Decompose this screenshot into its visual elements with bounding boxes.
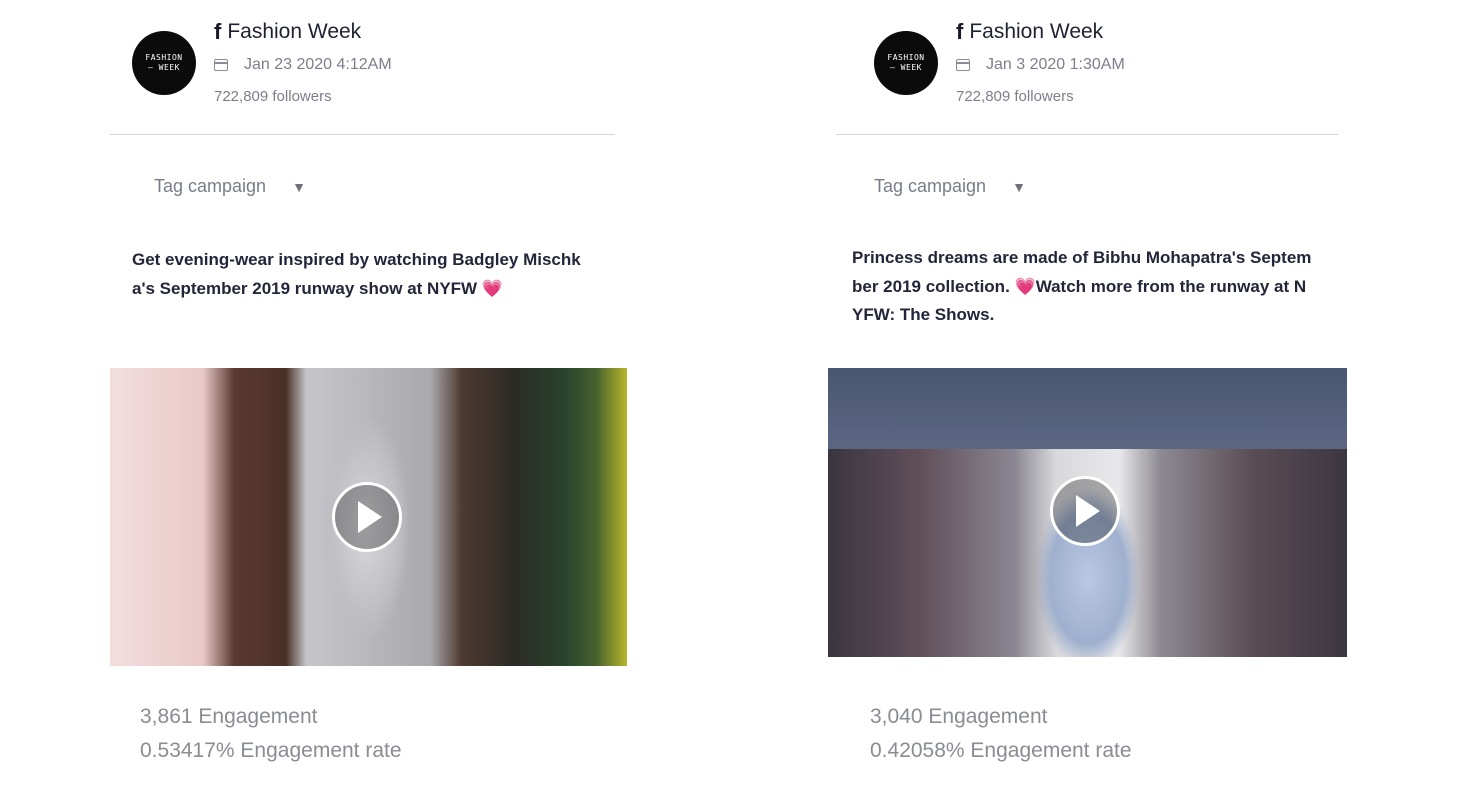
chevron-down-icon[interactable]: ▼ [292, 179, 306, 195]
post-stats: 3,040 Engagement 0.42058% Engagement rat… [870, 700, 1132, 768]
tag-campaign-label: Tag campaign [874, 176, 987, 196]
avatar-logo-line2: — WEEK [890, 63, 922, 72]
post-caption: Get evening-wear inspired by watching Ba… [132, 246, 602, 303]
caption-text: Get evening-wear inspired by watching Ba… [132, 250, 581, 298]
divider [110, 134, 615, 135]
post-caption: Princess dreams are made of Bibhu Mohapa… [852, 244, 1312, 330]
engagement-rate: 0.53417% Engagement rate [140, 739, 402, 762]
page-name-row: f Fashion Week [956, 18, 1103, 46]
calendar-icon [214, 59, 228, 71]
post-date-row: Jan 23 2020 4:12AM [214, 56, 392, 74]
post-date: Jan 23 2020 4:12AM [244, 56, 392, 73]
tag-campaign-label: Tag campaign [154, 176, 267, 196]
facebook-icon: f [214, 19, 222, 44]
post-card: FASHION — WEEK f Fashion Week Jan 3 2020… [828, 0, 1352, 800]
post-date: Jan 3 2020 1:30AM [986, 56, 1125, 73]
avatar-logo-line1: FASHION [145, 53, 183, 62]
video-thumbnail[interactable] [110, 368, 627, 666]
avatar-logo-line1: FASHION [887, 53, 925, 62]
post-header: FASHION — WEEK f Fashion Week Jan 23 202… [132, 18, 612, 118]
post-header: FASHION — WEEK f Fashion Week Jan 3 2020… [850, 18, 1330, 118]
page-name-row: f Fashion Week [214, 18, 361, 46]
avatar-logo-line2: — WEEK [148, 63, 180, 72]
play-icon[interactable] [1050, 476, 1120, 546]
play-icon[interactable] [332, 482, 402, 552]
post-date-row: Jan 3 2020 1:30AM [956, 56, 1125, 74]
post-stats: 3,861 Engagement 0.53417% Engagement rat… [140, 700, 402, 768]
facebook-icon: f [956, 19, 964, 44]
page-name[interactable]: Fashion Week [969, 18, 1103, 46]
avatar[interactable]: FASHION — WEEK [874, 31, 938, 95]
tag-campaign-dropdown[interactable]: Tag campaign ▼ [154, 176, 306, 197]
post-card: FASHION — WEEK f Fashion Week Jan 23 202… [110, 0, 630, 800]
page-name[interactable]: Fashion Week [227, 18, 361, 46]
engagement-count: 3,040 Engagement [870, 705, 1048, 728]
chevron-down-icon[interactable]: ▼ [1012, 179, 1026, 195]
avatar[interactable]: FASHION — WEEK [132, 31, 196, 95]
engagement-count: 3,861 Engagement [140, 705, 318, 728]
video-thumbnail[interactable] [828, 368, 1347, 657]
heart-emoji: 💗 [1014, 276, 1036, 296]
calendar-icon [956, 59, 970, 71]
engagement-rate: 0.42058% Engagement rate [870, 739, 1132, 762]
followers-count: 722,809 followers [956, 88, 1074, 105]
divider [836, 134, 1338, 135]
followers-count: 722,809 followers [214, 88, 332, 105]
heart-emoji: 💗 [481, 278, 504, 298]
tag-campaign-dropdown[interactable]: Tag campaign ▼ [874, 176, 1026, 197]
